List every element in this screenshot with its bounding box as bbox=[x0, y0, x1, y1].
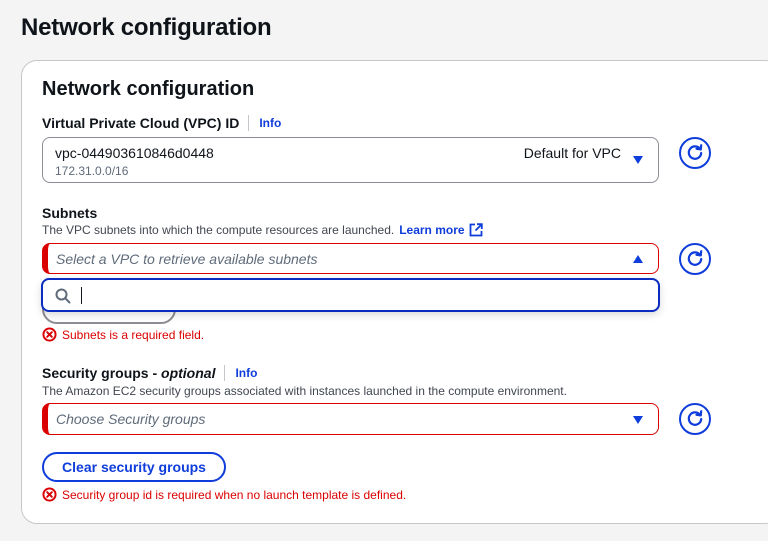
subnets-placeholder: Select a VPC to retrieve available subne… bbox=[56, 251, 318, 267]
security-groups-label: Security groups - optional bbox=[42, 365, 216, 381]
subnets-label: Subnets bbox=[42, 205, 98, 221]
refresh-icon bbox=[687, 250, 703, 266]
subnets-description-row: The VPC subnets into which the compute r… bbox=[42, 223, 483, 237]
learn-more-label: Learn more bbox=[399, 223, 465, 237]
vpc-selected-id: vpc-044903610846d0448 bbox=[55, 145, 214, 161]
vpc-selected-cidr: 172.31.0.0/16 bbox=[55, 164, 129, 178]
security-groups-error-text: Security group id is required when no la… bbox=[62, 487, 407, 502]
subnets-error: Subnets is a required field. bbox=[42, 327, 204, 342]
security-groups-info-link[interactable]: Info bbox=[235, 366, 257, 380]
security-groups-description: The Amazon EC2 security groups associate… bbox=[42, 384, 567, 398]
search-icon bbox=[55, 288, 71, 304]
security-groups-error: Security group id is required when no la… bbox=[42, 487, 406, 502]
vpc-info-link[interactable]: Info bbox=[259, 116, 281, 130]
security-groups-label-row: Security groups - optional Info bbox=[42, 365, 257, 381]
label-divider bbox=[224, 365, 226, 381]
vpc-label: Virtual Private Cloud (VPC) ID bbox=[42, 115, 240, 131]
security-groups-refresh-button[interactable] bbox=[679, 403, 711, 435]
learn-more-link[interactable]: Learn more bbox=[399, 223, 483, 237]
vpc-selected-tag: Default for VPC bbox=[523, 145, 621, 161]
error-icon bbox=[42, 327, 57, 342]
subnets-search-box[interactable] bbox=[41, 278, 660, 312]
vpc-select[interactable]: vpc-044903610846d0448 172.31.0.0/16 Defa… bbox=[42, 137, 659, 183]
caret-up-icon bbox=[633, 255, 643, 263]
subnets-label-row: Subnets bbox=[42, 205, 97, 221]
subnets-search-input[interactable] bbox=[79, 284, 639, 306]
security-groups-select[interactable]: Choose Security groups bbox=[42, 403, 659, 435]
subnets-description: The VPC subnets into which the compute r… bbox=[42, 223, 395, 237]
subnets-error-text: Subnets is a required field. bbox=[62, 327, 205, 342]
clear-security-groups-button[interactable]: Clear security groups bbox=[42, 452, 226, 482]
page-title: Network configuration bbox=[21, 14, 272, 41]
security-groups-placeholder: Choose Security groups bbox=[56, 411, 206, 427]
external-link-icon bbox=[469, 223, 483, 237]
label-divider bbox=[248, 115, 250, 131]
caret-down-icon bbox=[633, 156, 643, 164]
subnets-refresh-button[interactable] bbox=[679, 243, 711, 275]
vpc-refresh-button[interactable] bbox=[679, 137, 711, 169]
vpc-label-row: Virtual Private Cloud (VPC) ID Info bbox=[42, 115, 281, 131]
panel-title: Network configuration bbox=[42, 78, 255, 100]
subnets-select[interactable]: Select a VPC to retrieve available subne… bbox=[42, 243, 659, 274]
refresh-icon bbox=[687, 144, 703, 160]
error-icon bbox=[42, 487, 57, 502]
caret-down-icon bbox=[633, 416, 643, 424]
refresh-icon bbox=[687, 410, 703, 426]
optional-tag: optional bbox=[161, 365, 216, 381]
